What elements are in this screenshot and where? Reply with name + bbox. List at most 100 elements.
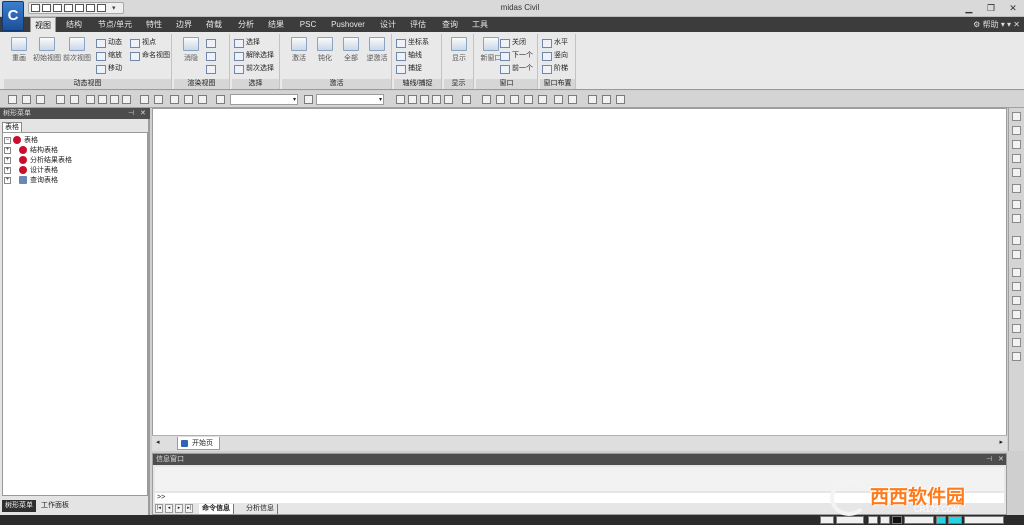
view-tool-icon[interactable] <box>1012 250 1021 259</box>
tree-item-design-tables[interactable]: + 设计表格 <box>4 166 58 176</box>
tab-tools[interactable]: 工具 <box>468 17 492 32</box>
unselect-button[interactable]: 解除选择 <box>234 50 274 61</box>
toolbar-combo-1[interactable]: ▾ <box>230 94 298 105</box>
toolbar-icon[interactable] <box>70 95 79 104</box>
tab-design[interactable]: 设计 <box>376 17 400 32</box>
toolbar-icon[interactable] <box>198 95 207 104</box>
minimize-button[interactable]: ▁ <box>962 2 976 14</box>
toolbar-icon[interactable] <box>154 95 163 104</box>
tab-view[interactable]: 视图 <box>30 17 56 32</box>
toolbar-icon[interactable] <box>184 95 193 104</box>
pin-icon[interactable]: ⊣ <box>128 108 134 119</box>
select-button[interactable]: 选择 <box>234 37 260 48</box>
help-area[interactable]: ⚙ 帮助 ▾ ▾ ✕ <box>973 17 1020 32</box>
toolbar-icon[interactable] <box>22 95 31 104</box>
tab-structure[interactable]: 结构 <box>60 17 88 32</box>
save-as-icon[interactable] <box>64 4 73 12</box>
previous-select-button[interactable]: 前次选择 <box>234 63 274 74</box>
coordinate-system-button[interactable]: 坐标系 <box>396 37 429 48</box>
tab-work-panel[interactable]: 工作面板 <box>38 500 72 512</box>
toolbar-icon[interactable] <box>462 95 471 104</box>
previous-view-button[interactable]: 前次视图 <box>62 36 92 68</box>
toolbar-icon[interactable] <box>588 95 597 104</box>
toolbar-icon[interactable] <box>602 95 611 104</box>
toolbar-icon[interactable] <box>98 95 107 104</box>
snap-button[interactable]: 捕捉 <box>396 63 422 74</box>
view-tool-icon[interactable] <box>1012 112 1021 121</box>
view-tool-icon[interactable] <box>1012 126 1021 135</box>
new-file-icon[interactable] <box>31 4 40 12</box>
view-tool-icon[interactable] <box>1012 236 1021 245</box>
toolbar-icon[interactable] <box>538 95 547 104</box>
scroll-right-icon[interactable]: ▸ <box>999 438 1003 446</box>
view-tool-icon[interactable] <box>1012 310 1021 319</box>
toolbar-icon[interactable] <box>8 95 17 104</box>
toolbar-icon[interactable] <box>482 95 491 104</box>
toolbar-icon[interactable] <box>554 95 563 104</box>
lock-icon[interactable] <box>616 95 625 104</box>
render-option-1[interactable] <box>206 37 218 48</box>
pan-button[interactable]: 移动 <box>96 63 122 74</box>
first-tab-icon[interactable]: |◂ <box>155 504 163 513</box>
close-button[interactable]: ✕ <box>1006 2 1020 14</box>
expand-icon[interactable]: + <box>4 166 11 174</box>
tab-query[interactable]: 查询 <box>438 17 462 32</box>
app-logo[interactable]: C <box>2 1 24 31</box>
prev-tab-icon[interactable]: ◂ <box>165 504 173 513</box>
tab-tables[interactable]: 表格 <box>2 122 22 132</box>
toolbar-icon[interactable] <box>140 95 149 104</box>
previous-window-button[interactable]: 前一个 <box>500 63 533 74</box>
view-tool-icon[interactable] <box>1012 296 1021 305</box>
display-button[interactable]: 显示 <box>444 36 474 68</box>
view-tool-icon[interactable] <box>1012 268 1021 277</box>
settings-icon[interactable]: ⚙ <box>973 20 980 29</box>
redraw-button[interactable]: 重画 <box>4 36 34 68</box>
tab-node-element[interactable]: 节点/单元 <box>94 17 136 32</box>
toolbar-icon[interactable] <box>56 95 65 104</box>
expand-icon[interactable]: + <box>4 156 11 164</box>
expand-icon[interactable]: + <box>4 146 11 154</box>
toolbar-icon[interactable] <box>432 95 441 104</box>
tree-item-structure-tables[interactable]: + 结构表格 <box>4 146 58 156</box>
tab-boundary[interactable]: 边界 <box>172 17 196 32</box>
view-tool-icon[interactable] <box>1012 140 1021 149</box>
tab-pushover[interactable]: Pushover <box>326 17 370 32</box>
next-window-button[interactable]: 下一个 <box>500 50 533 61</box>
tile-vertical-button[interactable]: 竖向 <box>542 50 568 61</box>
view-tool-icon[interactable] <box>1012 352 1021 361</box>
view-tool-icon[interactable] <box>1012 282 1021 291</box>
tab-properties[interactable]: 特性 <box>142 17 166 32</box>
collapse-icon[interactable]: − <box>4 136 11 144</box>
grid-button[interactable]: 轴线 <box>396 50 422 61</box>
tab-evaluate[interactable]: 评估 <box>406 17 430 32</box>
zoom-out-icon[interactable] <box>1012 168 1021 177</box>
toolbar-icon[interactable] <box>304 95 313 104</box>
tile-horizontal-button[interactable]: 水平 <box>542 37 568 48</box>
save-icon[interactable] <box>53 4 62 12</box>
toolbar-icon[interactable] <box>524 95 533 104</box>
toolbar-icon[interactable] <box>110 95 119 104</box>
tree-item-analysis-result-tables[interactable]: + 分析结果表格 <box>4 156 72 166</box>
named-view-button[interactable]: 命名视图 <box>130 50 170 61</box>
view-tool-icon[interactable] <box>1012 324 1021 333</box>
close-window-button[interactable]: 关闭 <box>500 37 526 48</box>
rotate-icon[interactable] <box>1012 200 1021 209</box>
close-icon[interactable]: ✕ <box>140 108 146 119</box>
toolbar-combo-2[interactable]: ▾ <box>316 94 384 105</box>
view-tool-icon[interactable] <box>1012 338 1021 347</box>
close-icon[interactable]: ✕ <box>998 454 1004 465</box>
toolbar-icon[interactable] <box>444 95 453 104</box>
last-tab-icon[interactable]: ▸| <box>185 504 193 513</box>
tree-item-query-tables[interactable]: + 查询表格 <box>4 176 58 186</box>
scroll-left-icon[interactable]: ◂ <box>156 438 160 446</box>
pin-icon[interactable]: ⊣ <box>986 454 992 465</box>
tab-command-info[interactable]: 命令信息 <box>199 504 234 514</box>
print-icon[interactable] <box>75 4 84 12</box>
expand-icon[interactable]: + <box>4 176 11 184</box>
tab-results[interactable]: 结果 <box>264 17 288 32</box>
tab-start-page[interactable]: 开始页 <box>177 437 220 450</box>
view-tool-icon[interactable] <box>1012 184 1021 193</box>
help-label[interactable]: 帮助 <box>983 20 999 29</box>
zoom-in-icon[interactable] <box>1012 154 1021 163</box>
toolbar-icon[interactable] <box>36 95 45 104</box>
